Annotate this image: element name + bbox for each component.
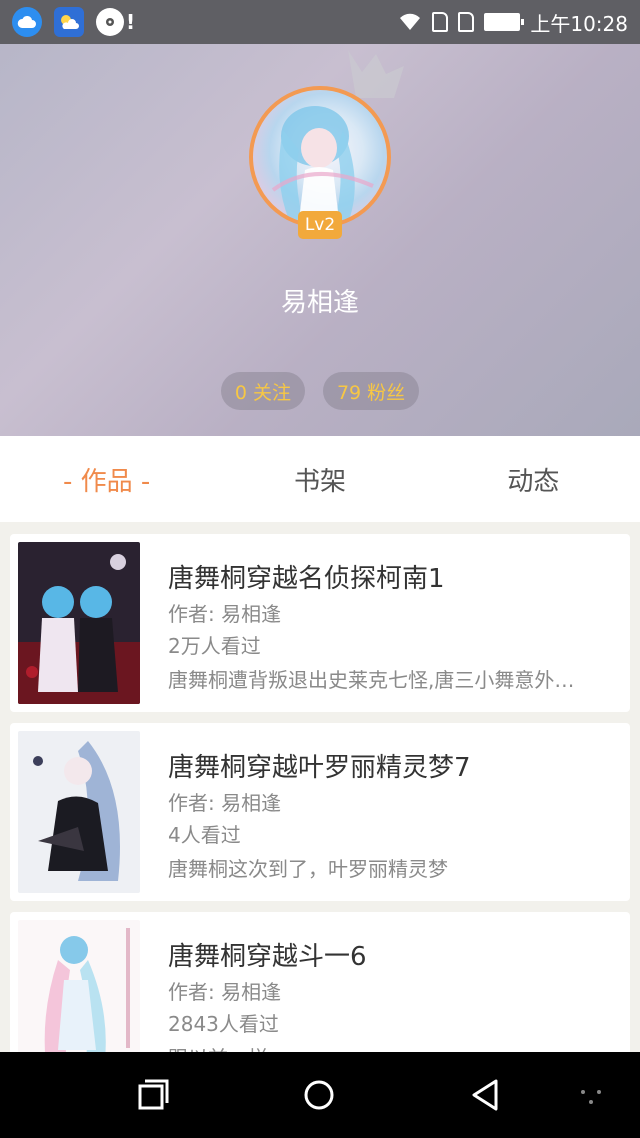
profile-header: Lv2 易相逢 0 关注 79 粉丝 <box>0 44 640 436</box>
avatar-image <box>271 106 374 220</box>
tab-bookshelf[interactable]: 书架 <box>213 436 426 522</box>
stats-row: 0 关注 79 粉丝 <box>0 372 640 410</box>
music-disc-icon <box>96 8 124 36</box>
tab-bar: - 作品 - 书架 动态 <box>0 436 640 522</box>
recent-apps-icon[interactable] <box>136 1078 170 1112</box>
followers-button[interactable]: 79 粉丝 <box>322 372 420 410</box>
status-bar: ! 上午10:28 <box>0 0 640 44</box>
following-button[interactable]: 0 关注 <box>220 372 305 410</box>
wifi-icon <box>400 13 421 31</box>
tab-activity[interactable]: 动态 <box>427 436 640 522</box>
username: 易相逢 <box>280 288 359 318</box>
work-author: 作者: 易相逢 <box>168 602 282 626</box>
sim2-icon <box>458 12 475 32</box>
book-cover <box>18 731 140 893</box>
tab-works[interactable]: - 作品 - <box>0 436 213 522</box>
work-title: 唐舞桐穿越名侦探柯南1 <box>168 564 445 594</box>
work-title: 唐舞桐穿越斗一6 <box>168 942 367 972</box>
list-item[interactable]: 唐舞桐穿越叶罗丽精灵梦7 作者: 易相逢 4人看过 唐舞桐这次到了，叶罗丽精灵梦 <box>10 723 630 901</box>
work-views: 2843人看过 <box>168 1012 279 1036</box>
status-right: 上午10:28 <box>398 8 628 37</box>
works-list: 唐舞桐穿越名侦探柯南1 作者: 易相逢 2万人看过 唐舞桐遭背叛退出史莱克七怪,… <box>10 534 630 1101</box>
back-icon[interactable] <box>468 1078 502 1112</box>
cloud-app-icon <box>12 7 42 37</box>
menu-dots-icon[interactable] <box>574 1078 608 1112</box>
work-views: 4人看过 <box>168 823 241 847</box>
work-description: 唐舞桐遭背叛退出史莱克七怪,唐三小舞意外… <box>168 668 575 692</box>
work-author: 作者: 易相逢 <box>168 791 282 815</box>
weather-app-icon <box>54 7 84 37</box>
avatar[interactable] <box>249 86 391 228</box>
work-title: 唐舞桐穿越叶罗丽精灵梦7 <box>168 753 471 783</box>
list-item[interactable]: 唐舞桐穿越名侦探柯南1 作者: 易相逢 2万人看过 唐舞桐遭背叛退出史莱克七怪,… <box>10 534 630 712</box>
level-badge: Lv2 <box>298 211 342 239</box>
status-time: 上午10:28 <box>530 11 628 36</box>
system-nav-bar <box>0 1052 640 1138</box>
status-left: ! <box>12 7 135 37</box>
alert-icon: ! <box>126 10 136 34</box>
work-description: 唐舞桐这次到了，叶罗丽精灵梦 <box>168 857 448 881</box>
sim1-icon <box>432 12 449 32</box>
home-icon[interactable] <box>302 1078 336 1112</box>
work-views: 2万人看过 <box>168 634 261 658</box>
app-screen: ! 上午10:28 Lv2 易相逢 0 关注 79 粉丝 - 作品 - 书架 动… <box>0 0 640 1138</box>
work-author: 作者: 易相逢 <box>168 980 282 1004</box>
battery-icon <box>484 13 525 31</box>
book-cover <box>18 542 140 704</box>
